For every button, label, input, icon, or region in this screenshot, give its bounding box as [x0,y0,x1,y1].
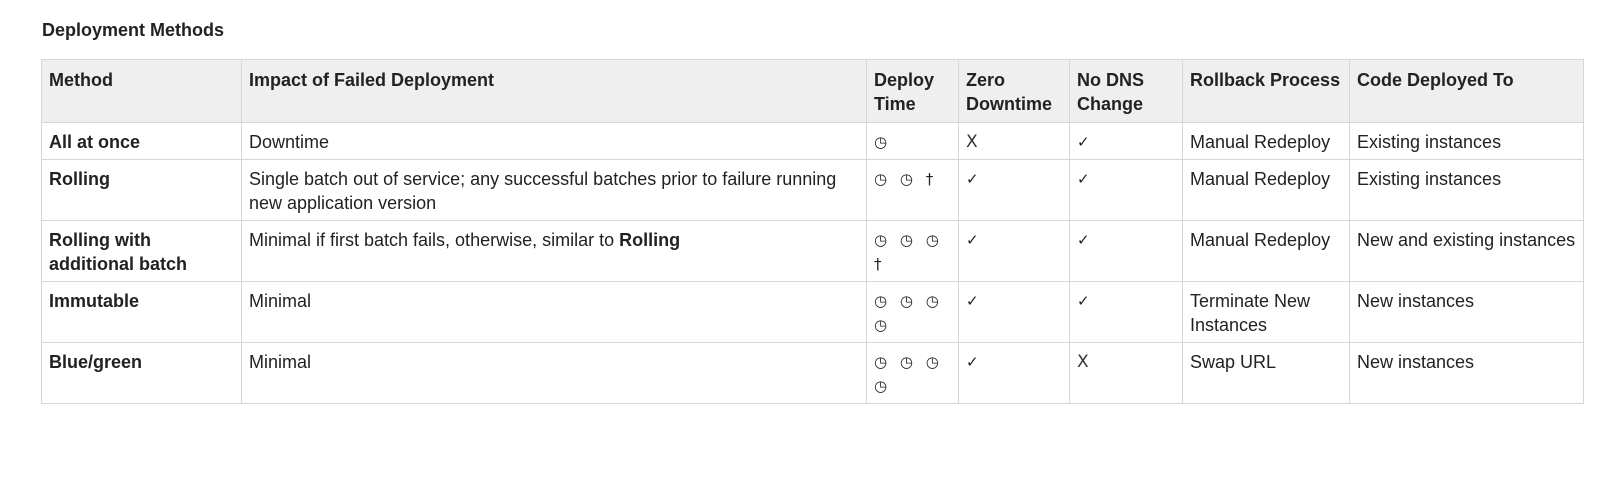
cross-icon: X [1069,342,1183,404]
deployed-to-cell: Existing instances [1349,159,1584,221]
check-icon: ✓ [1069,220,1183,282]
header-impact: Impact of Failed Deployment [241,59,867,123]
deployed-to-cell: New and existing instances [1349,220,1584,282]
impact-cell: Single batch out of service; any success… [241,159,867,221]
table-row: Blue/green Minimal ◷ ◷ ◷ ◷ ✓ X Swap URL … [41,342,1584,404]
rollback-cell: Manual Redeploy [1182,159,1350,221]
deployed-to-cell: Existing instances [1349,122,1584,160]
method-cell: Immutable [41,281,242,343]
deploy-time-clock-icons: ◷ ◷ ◷ ◷ [866,342,959,404]
cross-icon: X [958,122,1070,160]
deployment-methods-table: Method Impact of Failed Deployment Deplo… [41,59,1584,404]
check-icon: ✓ [958,159,1070,221]
header-method: Method [41,59,242,123]
method-cell: Rolling with additional batch [41,220,242,282]
header-zero-downtime: Zero Downtime [958,59,1070,123]
deployed-to-cell: New instances [1349,281,1584,343]
rollback-cell: Terminate New Instances [1182,281,1350,343]
header-no-dns-change: No DNS Change [1069,59,1183,123]
method-cell: Blue/green [41,342,242,404]
impact-cell: Minimal [241,281,867,343]
check-icon: ✓ [1069,122,1183,160]
deploy-time-clock-icons: ◷ ◷ † [866,159,959,221]
method-cell: Rolling [41,159,242,221]
header-deploy-time: Deploy Time [866,59,959,123]
method-cell: All at once [41,122,242,160]
table-row: Immutable Minimal ◷ ◷ ◷ ◷ ✓ ✓ Terminate … [41,281,1584,343]
check-icon: ✓ [958,281,1070,343]
impact-cell: Downtime [241,122,867,160]
rollback-cell: Manual Redeploy [1182,220,1350,282]
header-code-deployed-to: Code Deployed To [1349,59,1584,123]
deploy-time-clock-icons: ◷ ◷ ◷ ◷ [866,281,959,343]
impact-cell: Minimal [241,342,867,404]
deploy-time-clock-icons: ◷ [866,122,959,160]
check-icon: ✓ [958,342,1070,404]
deployed-to-cell: New instances [1349,342,1584,404]
table-row: All at once Downtime ◷ X ✓ Manual Redepl… [41,122,1584,160]
deploy-time-clock-icons: ◷ ◷ ◷ † [866,220,959,282]
check-icon: ✓ [958,220,1070,282]
table-caption: Deployment Methods [42,20,225,40]
table-row: Rolling Single batch out of service; any… [41,159,1584,221]
check-icon: ✓ [1069,159,1183,221]
check-icon: ✓ [1069,281,1183,343]
header-row: Method Impact of Failed Deployment Deplo… [41,59,1584,123]
rollback-cell: Manual Redeploy [1182,122,1350,160]
table-row: Rolling with additional batch Minimal if… [41,220,1584,282]
impact-cell: Minimal if first batch fails, otherwise,… [241,220,867,282]
header-rollback-process: Rollback Process [1182,59,1350,123]
rollback-cell: Swap URL [1182,342,1350,404]
